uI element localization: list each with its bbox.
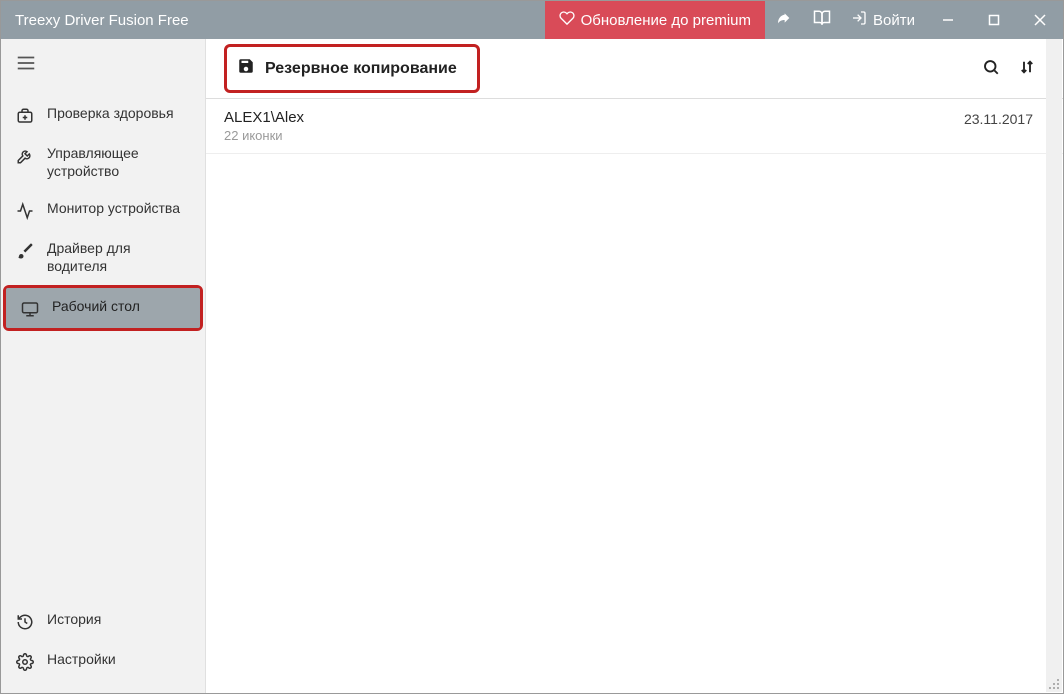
sidebar-nav: Проверка здоровья Управляющее устройство… [1, 89, 205, 693]
medkit-icon [15, 105, 35, 125]
sidebar-item-device-control[interactable]: Управляющее устройство [1, 135, 205, 190]
app-title-text: Treexy Driver Fusion Free [15, 12, 189, 29]
list-item-date: 23.11.2017 [964, 109, 1045, 127]
list-item[interactable]: ALEX1\Alex 22 иконки 23.11.2017 [206, 99, 1063, 154]
search-button[interactable] [973, 51, 1009, 87]
sidebar-item-label: Драйвер для водителя [47, 240, 193, 275]
wrench-icon [15, 145, 35, 165]
upgrade-premium-button[interactable]: Обновление до premium [545, 1, 765, 39]
activity-icon [15, 200, 35, 220]
main-content: Резервное копирование ALEX1\A [206, 39, 1063, 693]
share-button[interactable] [765, 1, 803, 39]
sidebar-bottom: История Настройки [1, 601, 205, 693]
sidebar-item-label: Управляющее устройство [47, 145, 193, 180]
share-icon [776, 10, 792, 30]
sort-icon [1018, 58, 1036, 79]
monitor-icon [20, 298, 40, 318]
sidebar-item-driver[interactable]: Драйвер для водителя [1, 230, 205, 285]
page-title: Резервное копирование [265, 60, 457, 78]
login-label: Войти [873, 12, 915, 29]
heart-icon [559, 10, 575, 30]
sidebar-item-label: История [47, 611, 101, 629]
backup-list: ALEX1\Alex 22 иконки 23.11.2017 [206, 99, 1063, 693]
save-icon [237, 57, 255, 80]
hamburger-icon [15, 52, 37, 77]
upgrade-premium-label: Обновление до premium [581, 12, 751, 29]
resize-grip[interactable] [1047, 677, 1061, 691]
list-item-title: ALEX1\Alex [224, 109, 964, 126]
list-item-main: ALEX1\Alex 22 иконки [224, 109, 964, 143]
body-area: Проверка здоровья Управляющее устройство… [1, 39, 1063, 693]
main-header: Резервное копирование [206, 39, 1063, 99]
gear-icon [15, 651, 35, 671]
sidebar: Проверка здоровья Управляющее устройство… [1, 39, 206, 693]
sidebar-item-settings[interactable]: Настройки [1, 641, 205, 681]
scrollbar-vertical[interactable] [1046, 39, 1062, 692]
sidebar-item-label: Проверка здоровья [47, 105, 174, 123]
close-button[interactable] [1017, 1, 1063, 39]
book-open-icon [813, 9, 831, 31]
brush-icon [15, 240, 35, 260]
sidebar-item-device-monitor[interactable]: Монитор устройства [1, 190, 205, 230]
list-item-subtitle: 22 иконки [224, 128, 964, 143]
login-icon [851, 10, 867, 30]
menu-toggle-button[interactable] [1, 39, 205, 89]
sidebar-item-label: Рабочий стол [52, 298, 140, 316]
history-icon [15, 611, 35, 631]
minimize-button[interactable] [925, 1, 971, 39]
login-button[interactable]: Войти [841, 1, 925, 39]
app-window: Treexy Driver Fusion Free Обновление до … [0, 0, 1064, 694]
highlight-annotation-title: Резервное копирование [224, 44, 480, 93]
sidebar-item-label: Монитор устройства [47, 200, 180, 218]
titlebar: Treexy Driver Fusion Free Обновление до … [1, 1, 1063, 39]
app-title: Treexy Driver Fusion Free [1, 12, 545, 29]
sidebar-item-label: Настройки [47, 651, 116, 669]
highlight-annotation-sidebar: Рабочий стол [3, 285, 203, 331]
sidebar-item-desktop[interactable]: Рабочий стол [6, 288, 200, 328]
sidebar-item-history[interactable]: История [1, 601, 205, 641]
maximize-button[interactable] [971, 1, 1017, 39]
search-icon [982, 58, 1000, 79]
sidebar-item-health-check[interactable]: Проверка здоровья [1, 95, 205, 135]
window-controls [925, 1, 1063, 39]
sort-button[interactable] [1009, 51, 1045, 87]
book-button[interactable] [803, 1, 841, 39]
